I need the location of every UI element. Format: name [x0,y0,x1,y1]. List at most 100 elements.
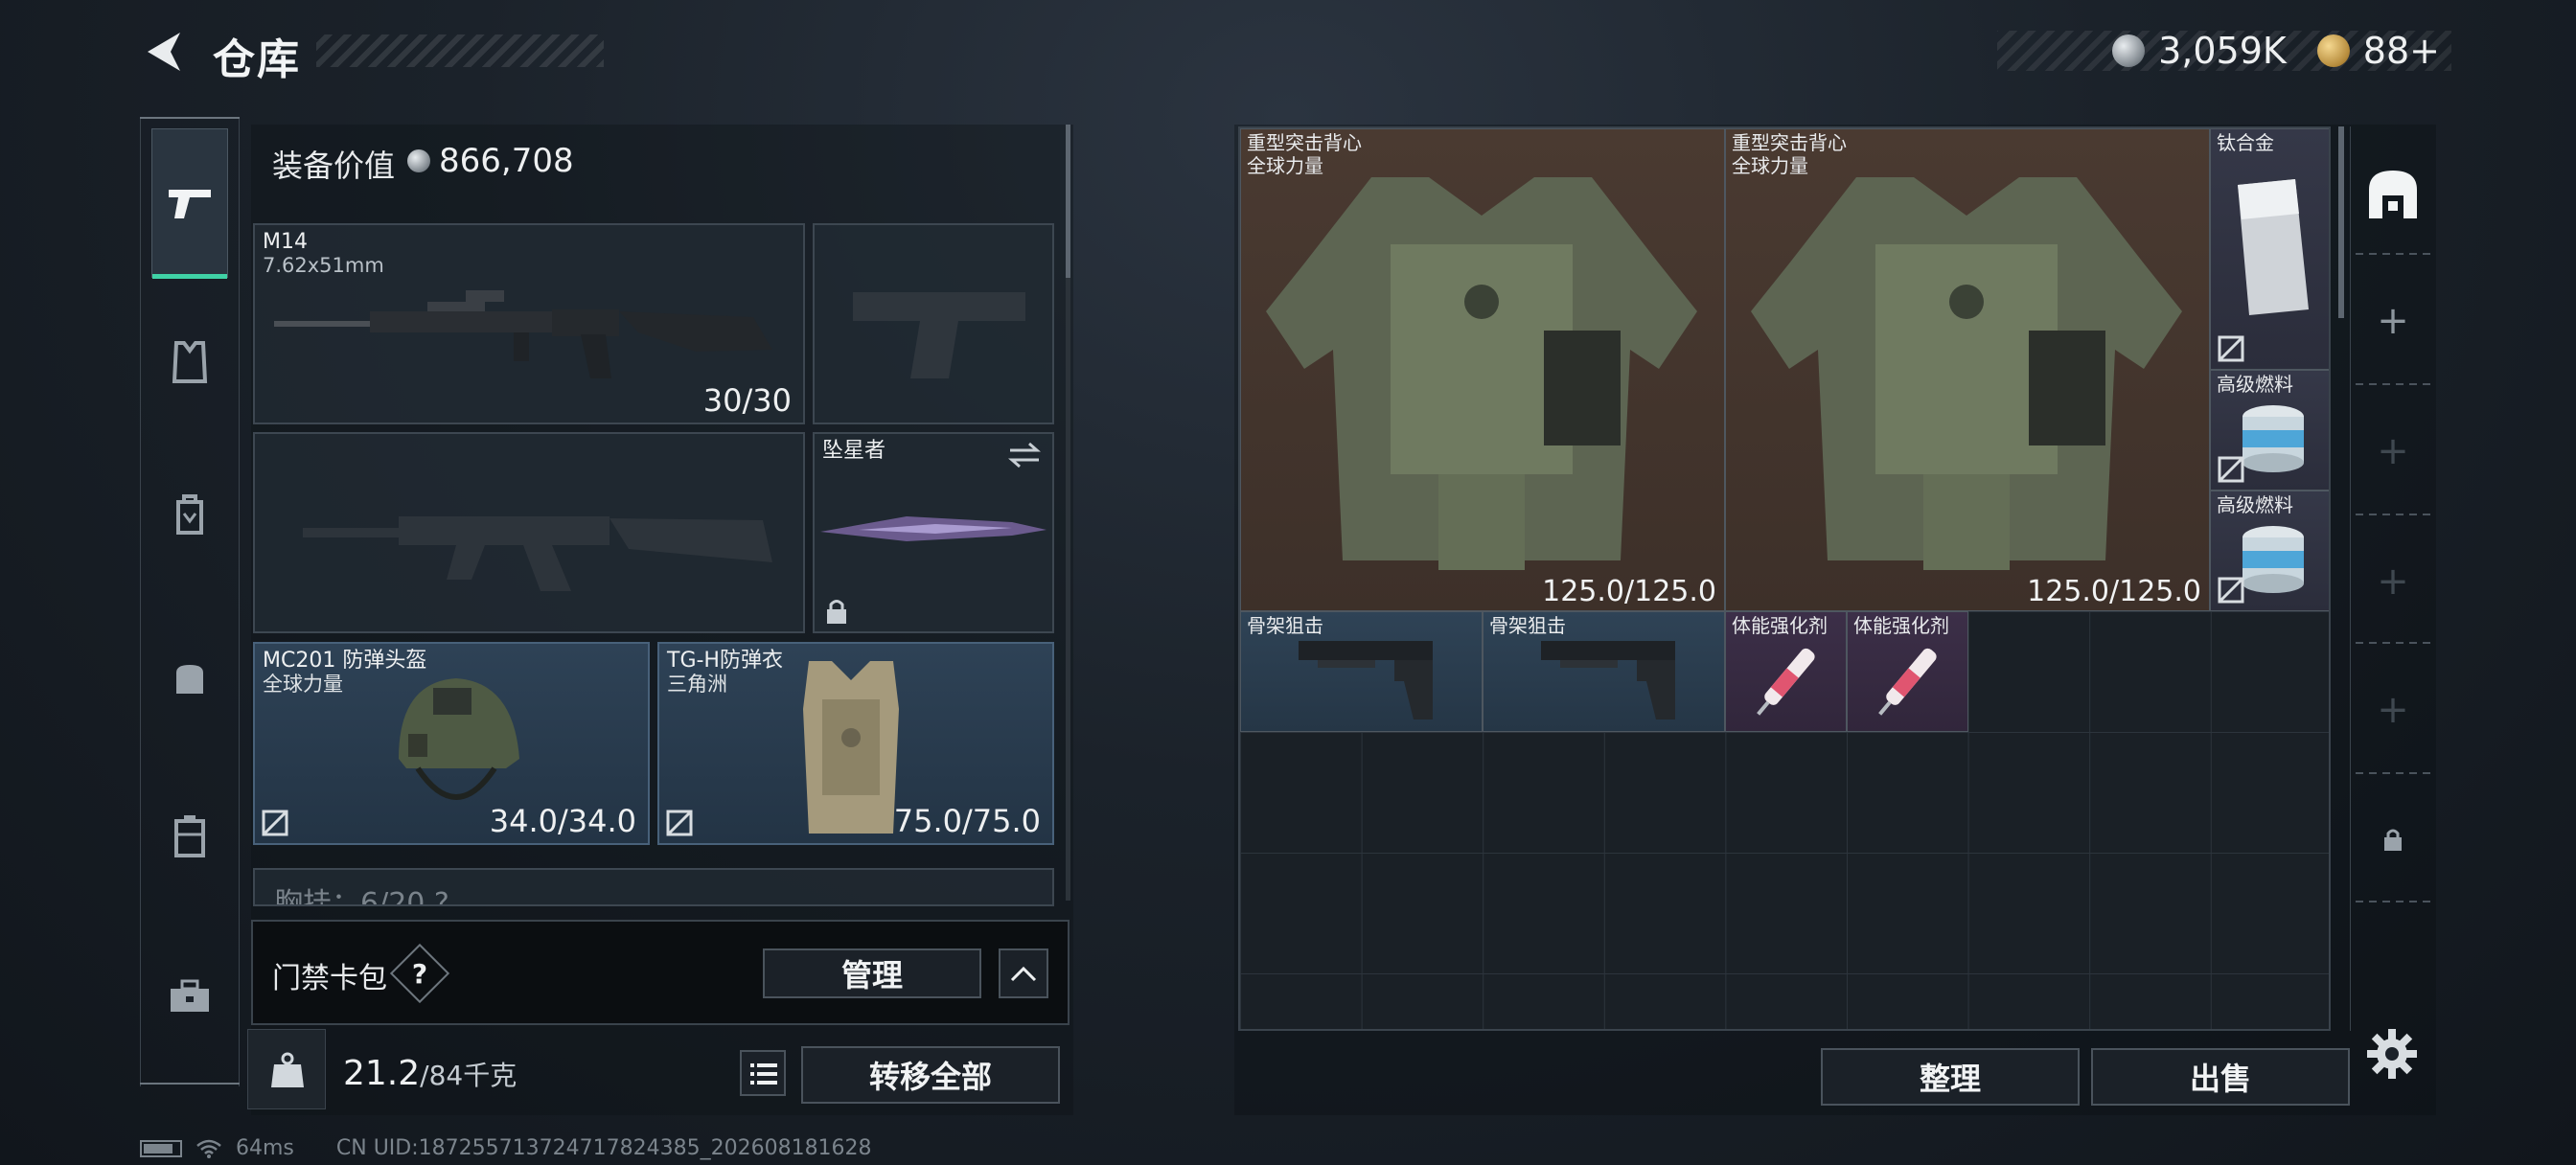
rifle-stock-icon [1541,641,1675,720]
no-insure-icon [2218,577,2244,604]
no-insure-icon [666,810,693,836]
sort-button[interactable]: 整理 [1821,1048,2080,1106]
add-page-button[interactable]: + [2356,287,2430,354]
weight-readout: 21.2/84千克 [343,1054,517,1093]
wifi-icon [196,1139,221,1158]
item-durability: 125.0/125.0 [1542,575,1716,608]
collapse-button[interactable] [999,948,1048,998]
no-insure-icon [2218,456,2244,483]
loadout-scrollbar[interactable] [1066,125,1070,278]
melee-name: 坠星者 [822,439,886,463]
weight-max: /84千克 [420,1060,518,1091]
title-decoration [316,34,604,67]
assault-vest-icon [1266,177,1697,570]
chest-rig-label: 胸挂：6/20 ? [274,887,449,906]
rail-tab-weapons[interactable] [151,128,228,279]
rail-tab-container[interactable] [151,797,228,874]
stash-item-fuel[interactable]: 高级燃料 [2210,491,2329,611]
fuel-can-icon [2242,526,2304,593]
item-name: 钛合金 [2217,131,2274,154]
list-view-button[interactable] [740,1050,786,1096]
stash-item-stock[interactable]: 骨架狙击 [1483,611,1725,732]
armor-faction: 三角洲 [667,673,727,696]
rail-tab-backpack[interactable] [151,640,228,717]
melee-slot[interactable]: 坠星者 [813,432,1054,633]
secondary-weapon-slot[interactable] [253,432,805,633]
rifle-icon [274,290,772,378]
gear-icon[interactable] [2365,1027,2419,1081]
equip-value: 866,708 [439,142,574,180]
ping-text: 64ms [236,1136,294,1160]
rail-tab-chest-rig[interactable] [151,477,228,554]
item-name: 体能强化剂 [1853,614,1949,637]
helmet-durability: 34.0/34.0 [489,803,636,839]
item-name: 高级燃料 [2217,493,2293,516]
side-rail-divider [2356,772,2430,774]
back-arrow-icon[interactable] [142,29,184,75]
stash-item-stimulant[interactable]: 体能强化剂 [1847,611,1968,732]
stash-page-main[interactable] [2356,159,2430,230]
stash-item-vest[interactable]: 重型突击背心 全球力量 125.0/125.0 [1240,128,1725,611]
vest-icon [172,341,208,383]
item-name: 体能强化剂 [1732,614,1828,637]
transfer-all-button[interactable]: 转移全部 [801,1046,1060,1104]
lock-icon [827,600,846,624]
help-icon[interactable]: ? [399,952,441,994]
lock-icon [2384,829,2402,851]
chevron-up-icon [1010,966,1037,982]
no-insure-icon [262,810,288,836]
titanium-plate-icon [2238,179,2309,315]
swap-icon[interactable] [1008,442,1041,468]
gold-currency-value[interactable]: 88+ [2363,30,2440,72]
stash-item-stimulant[interactable]: 体能强化剂 [1725,611,1847,732]
pistol-icon [169,190,211,218]
fuel-can-icon [2242,405,2304,472]
pistol-slot[interactable] [813,223,1054,424]
weight-current: 21.2 [343,1054,421,1093]
backpack-icon [176,665,203,694]
toolbox-icon [171,979,209,1012]
add-page-button[interactable]: + [2356,418,2430,485]
warehouse-icon [2369,171,2417,218]
item-name: 重型突击背心 [1732,131,1847,154]
ammo-count: 30/30 [702,382,792,419]
rifle-stock-icon [1299,641,1433,720]
silver-coin-icon [2112,34,2146,67]
side-rail-divider [2356,253,2430,255]
rail-divider-top [140,117,240,119]
gold-coin-icon [2316,34,2350,67]
locked-page[interactable] [2356,816,2430,862]
equip-value-label: 装备价值 [272,148,396,184]
stash-scrollbar[interactable] [2338,126,2344,318]
list-icon [750,1063,777,1085]
side-rail-divider [2356,642,2430,644]
chest-rig-slot[interactable]: 胸挂：6/20 ? [253,868,1054,906]
side-rail-divider [2356,383,2430,385]
sell-button[interactable]: 出售 [2091,1048,2350,1106]
side-rail-divider [2356,901,2430,902]
rifle-placeholder-icon [303,516,772,591]
case-icon [174,815,205,857]
weapon-name: M14 [263,230,308,254]
armor-name: TG-H防弹衣 [667,649,783,673]
silver-currency-value: 3,059K [2158,30,2287,72]
helmet-slot[interactable]: MC201 防弹头盔 全球力量 34.0/34.0 [253,642,650,845]
stash-item-fuel[interactable]: 高级燃料 [2210,370,2329,491]
stash-item-vest[interactable]: 重型突击背心 全球力量 125.0/125.0 [1725,128,2210,611]
add-page-button[interactable]: + [2356,676,2430,743]
armor-slot[interactable]: TG-H防弹衣 三角洲 75.0/75.0 [657,642,1054,845]
rail-divider-bottom [140,1083,240,1085]
rail-tab-toolbox[interactable] [151,958,228,1035]
stash-item-stock[interactable]: 骨架狙击 [1240,611,1483,732]
rail-tab-armor[interactable] [151,324,228,400]
armor-durability: 75.0/75.0 [893,803,1041,839]
manage-button[interactable]: 管理 [763,948,981,998]
knife-icon [820,516,1046,541]
body-armor-icon [803,661,899,834]
stash-item-titanium[interactable]: 钛合金 [2210,128,2329,370]
syringe-icon [1757,648,1815,716]
uid-text: CN UID:18725571372471782438​5_2026081816… [335,1136,872,1160]
add-page-button[interactable]: + [2356,548,2430,615]
page-title: 仓库 [213,35,301,84]
primary-weapon-slot[interactable]: M14 7.62x51mm 30/30 [253,223,805,424]
